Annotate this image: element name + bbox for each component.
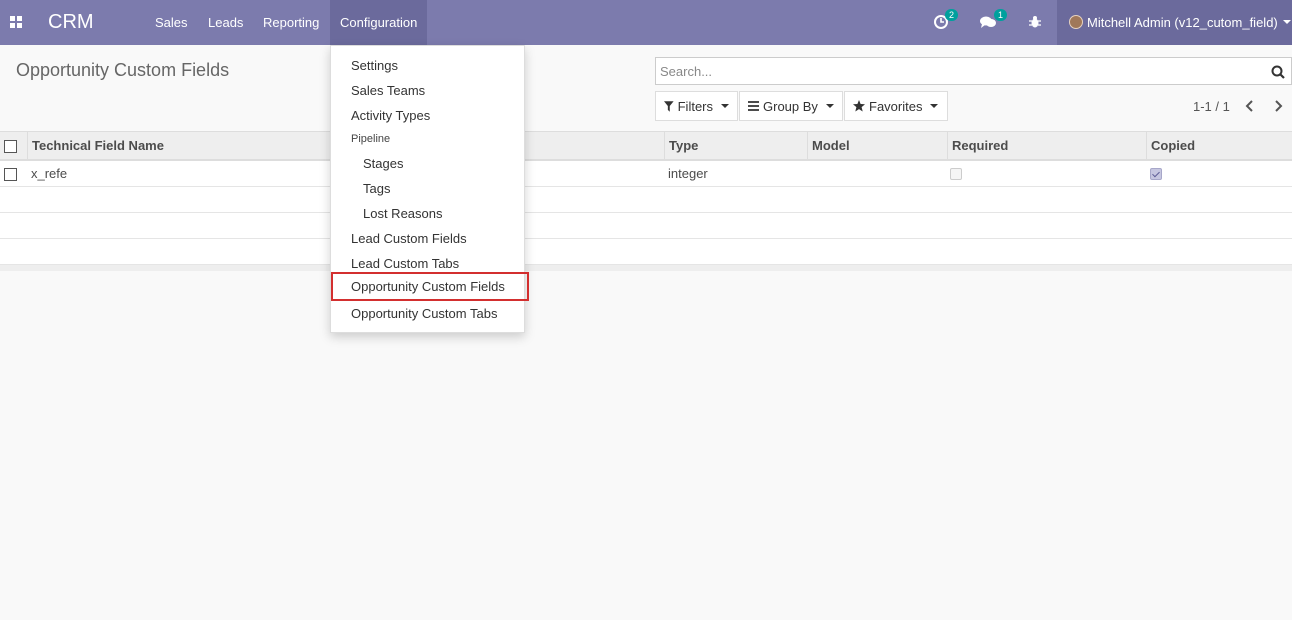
menu-leads[interactable]: Leads xyxy=(198,0,253,45)
column-type[interactable]: Type xyxy=(664,132,808,160)
star-icon xyxy=(853,100,865,112)
top-navbar: CRM Sales Leads Reporting Configuration … xyxy=(0,0,1292,45)
filters-button[interactable]: Filters xyxy=(655,91,738,121)
user-menu[interactable]: Mitchell Admin (v12_cutom_field) xyxy=(1057,0,1292,45)
group-by-label: Group By xyxy=(763,98,818,114)
menu-sales[interactable]: Sales xyxy=(145,0,198,45)
configuration-dropdown: Settings Sales Teams Activity Types Pipe… xyxy=(330,45,529,333)
menu-item-lead-custom-fields[interactable]: Lead Custom Fields xyxy=(331,226,524,251)
column-copied[interactable]: Copied xyxy=(1146,132,1292,160)
pager-value[interactable]: 1-1 / 1 xyxy=(1193,99,1230,114)
menu-header-pipeline: Pipeline xyxy=(351,133,391,145)
bug-icon xyxy=(1029,16,1041,28)
favorites-label: Favorites xyxy=(869,98,923,114)
menu-configuration[interactable]: Configuration xyxy=(330,0,427,45)
search-input[interactable] xyxy=(660,62,1250,80)
chevron-down-icon xyxy=(1283,20,1291,24)
activity-button[interactable]: 2 xyxy=(934,9,959,31)
cell-model xyxy=(807,161,811,187)
table-header: Technical Field Name Type Model Required… xyxy=(0,131,1292,161)
caret-down-icon xyxy=(721,104,729,108)
chevron-left-icon[interactable] xyxy=(1244,99,1256,113)
menu-item-opportunity-custom-tabs[interactable]: Opportunity Custom Tabs xyxy=(331,301,524,326)
empty-row xyxy=(0,239,1292,265)
cell-technical-field-name: x_refe xyxy=(31,166,68,181)
search-box[interactable] xyxy=(655,57,1292,85)
app-brand[interactable]: CRM xyxy=(48,11,94,34)
filter-icon xyxy=(664,100,674,112)
list-icon xyxy=(748,101,759,111)
chevron-right-icon[interactable] xyxy=(1272,99,1284,113)
empty-row xyxy=(0,213,1292,239)
cell-type: integer xyxy=(668,166,708,181)
user-name: Mitchell Admin (v12_cutom_field) xyxy=(1087,15,1278,30)
menu-item-activity-types[interactable]: Activity Types xyxy=(331,103,524,128)
menu-item-sales-teams[interactable]: Sales Teams xyxy=(331,78,524,103)
menu-item-stages[interactable]: Stages xyxy=(331,151,524,176)
cell-required-checkbox xyxy=(950,168,962,180)
select-all-checkbox[interactable] xyxy=(4,140,17,153)
column-model[interactable]: Model xyxy=(807,132,948,160)
group-by-button[interactable]: Group By xyxy=(739,91,843,121)
caret-down-icon xyxy=(825,104,834,108)
row-checkbox[interactable] xyxy=(4,168,17,181)
activity-count-badge: 2 xyxy=(945,9,959,21)
menu-item-tags[interactable]: Tags xyxy=(331,176,524,201)
menu-item-settings[interactable]: Settings xyxy=(331,53,524,78)
message-count-badge: 1 xyxy=(994,9,1008,21)
favorites-button[interactable]: Favorites xyxy=(844,91,948,121)
menu-reporting[interactable]: Reporting xyxy=(253,0,329,45)
table-footer xyxy=(0,265,1292,271)
avatar xyxy=(1069,15,1083,29)
cell-copied-checkbox xyxy=(1150,168,1162,180)
search-icon[interactable] xyxy=(1271,65,1285,79)
list-view-table: Technical Field Name Type Model Required… xyxy=(0,131,1292,271)
empty-row xyxy=(0,187,1292,213)
messages-button[interactable]: 1 xyxy=(980,9,1008,31)
debug-button[interactable] xyxy=(1028,13,1046,31)
column-required[interactable]: Required xyxy=(947,132,1147,160)
table-row[interactable]: x_refe integer xyxy=(0,161,1292,187)
page-title: Opportunity Custom Fields xyxy=(16,60,230,80)
apps-icon[interactable] xyxy=(10,16,22,28)
menu-item-lost-reasons[interactable]: Lost Reasons xyxy=(331,201,524,226)
filters-label: Filters xyxy=(677,98,713,114)
caret-down-icon xyxy=(930,104,939,108)
menu-item-opportunity-custom-fields[interactable]: Opportunity Custom Fields xyxy=(331,272,529,301)
